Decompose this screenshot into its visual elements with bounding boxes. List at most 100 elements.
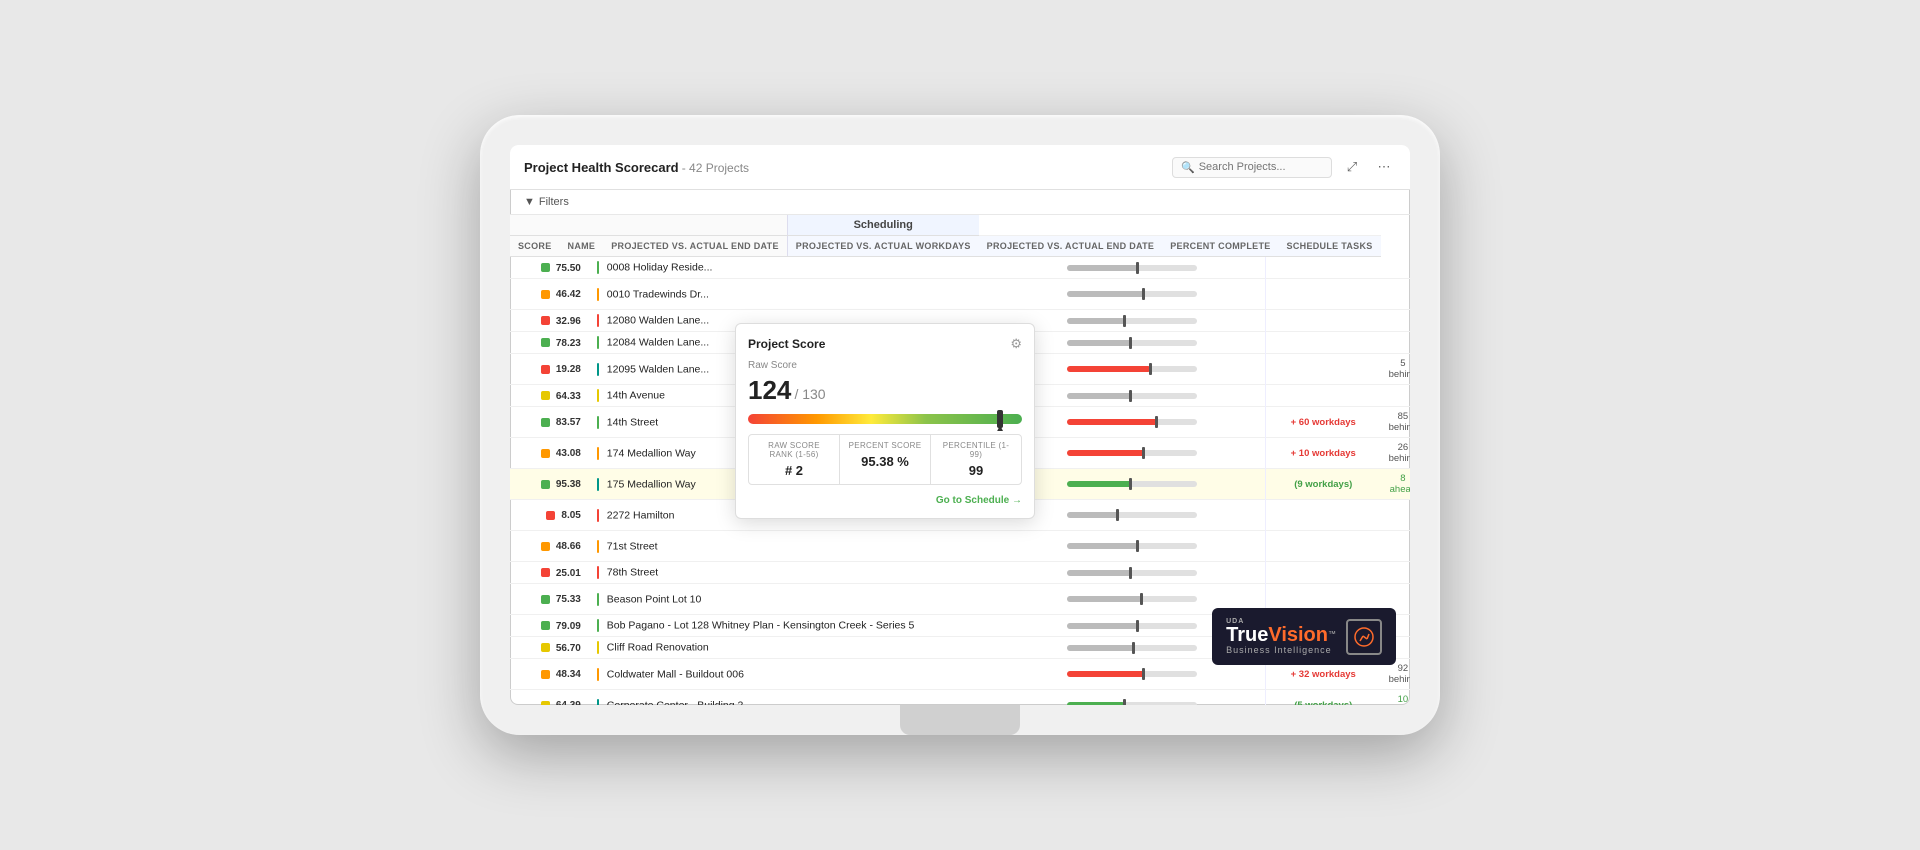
project-name: 0010 Tradewinds Dr... [607, 288, 709, 300]
bi-label: Business Intelligence [1226, 645, 1332, 655]
col-pct: PERCENT COMPLETE [1162, 236, 1278, 257]
behind-value: 5 behind [1389, 358, 1410, 380]
bar-track [1067, 596, 1197, 602]
name-accent [597, 593, 599, 606]
workdays-cell [1265, 310, 1380, 332]
bar-track [1067, 543, 1197, 549]
table-row[interactable]: 75.50 0008 Holiday Reside... [510, 257, 1410, 279]
behind-value: 10 ahead [1390, 694, 1410, 705]
score-cell: 25.01 [510, 562, 589, 584]
workdays-cell [1265, 279, 1380, 310]
bar-fill [1067, 291, 1145, 297]
score-indicator [541, 418, 550, 427]
score-cell: 8.05 [510, 500, 589, 531]
project-count: - 42 Projects [682, 161, 749, 175]
behind-cell [1381, 332, 1410, 354]
table-row[interactable]: 48.66 71st Street 0.00 % [510, 531, 1410, 562]
score-value: 64.33 [556, 391, 581, 402]
bar-cell [1059, 332, 1265, 354]
bar-track [1067, 340, 1197, 346]
bar-track [1067, 671, 1197, 677]
score-cell: 75.33 [510, 584, 589, 615]
bar-marker [1129, 567, 1132, 579]
bar-marker [1116, 509, 1119, 521]
name-cell: 71st Street [589, 531, 1059, 562]
bar-track [1067, 419, 1197, 425]
bar-fill [1067, 318, 1126, 324]
score-value: 95.38 [556, 479, 581, 490]
vision-label: Vision [1268, 624, 1328, 646]
table-row[interactable]: 64.39 Corporate Center - Building 2 (5 w… [510, 690, 1410, 706]
search-icon: 🔍 [1181, 161, 1195, 174]
expand-button[interactable]: ⤢ [1340, 155, 1364, 179]
project-name: 14th Avenue [607, 389, 665, 401]
truevision-name: TrueVision™ [1226, 625, 1336, 645]
name-accent [597, 261, 599, 274]
bar-track [1067, 702, 1197, 705]
bar-cell [1059, 279, 1265, 310]
name-cell: 0008 Holiday Reside... [589, 257, 1059, 279]
project-name: 12095 Walden Lane... [607, 363, 709, 375]
score-value: 32.96 [556, 316, 581, 327]
bar-fill [1067, 393, 1132, 399]
workdays-value: (5 workdays) [1294, 700, 1352, 706]
bar-fill [1067, 481, 1132, 487]
bar-cell [1059, 500, 1265, 531]
col-name: NAME [560, 236, 604, 257]
filters-label: Filters [539, 196, 569, 208]
search-box[interactable]: 🔍 [1172, 157, 1332, 178]
name-cell: Cliff Road Renovation [589, 637, 1059, 659]
bar-marker [1155, 416, 1158, 428]
score-cell: 48.66 [510, 531, 589, 562]
search-input[interactable] [1199, 161, 1323, 173]
bar-marker [1129, 478, 1132, 490]
behind-cell [1381, 385, 1410, 407]
project-name: Coldwater Mall - Buildout 006 [607, 668, 744, 680]
score-value: 83.57 [556, 417, 581, 428]
behind-cell [1381, 562, 1410, 584]
table-row[interactable]: 25.01 78th Street [510, 562, 1410, 584]
tooltip-title: Project Score [748, 337, 825, 351]
bar-cell [1059, 407, 1265, 438]
app-header: Project Health Scorecard - 42 Projects 🔍… [510, 145, 1410, 190]
name-accent [597, 619, 599, 632]
bar-fill [1067, 340, 1132, 346]
bar-marker [1123, 699, 1126, 705]
score-value: 8.05 [561, 510, 580, 521]
bar-track [1067, 366, 1197, 372]
workdays-cell [1265, 500, 1380, 531]
name-accent [597, 336, 599, 349]
score-cell: 78.23 [510, 332, 589, 354]
score-cell: 46.42 [510, 279, 589, 310]
table-container: Scheduling SCORE NAME PROJECTED VS. ACTU… [510, 215, 1410, 705]
bar-marker [1136, 540, 1139, 552]
workdays-cell: + 10 workdays [1265, 438, 1380, 469]
bar-marker [1140, 593, 1143, 605]
name-accent [597, 699, 599, 706]
table-row[interactable]: 46.42 0010 Tradewinds Dr... 0.00 % [510, 279, 1410, 310]
score-value: 25.01 [556, 568, 581, 579]
score-bar-arrow: ▲ [995, 423, 1005, 434]
workdays-cell [1265, 354, 1380, 385]
score-indicator [541, 568, 550, 577]
score-value: 46.42 [556, 289, 581, 300]
menu-button[interactable]: ⋯ [1372, 155, 1396, 179]
score-cell: 64.39 [510, 690, 589, 706]
tooltip-stats: RAW SCORE RANK (1-56) # 2 PERCENT SCORE … [748, 434, 1022, 485]
filters-button[interactable]: ▼ Filters [524, 196, 569, 208]
go-to-schedule-link[interactable]: Go to Schedule → [748, 495, 1022, 506]
bar-fill [1067, 265, 1139, 271]
score-indicator [541, 316, 550, 325]
raw-score-value: 124 [748, 375, 791, 405]
name-accent [597, 641, 599, 654]
app: Project Health Scorecard - 42 Projects 🔍… [510, 145, 1410, 705]
score-indicator [541, 290, 550, 299]
behind-cell [1381, 531, 1410, 562]
bar-fill [1067, 671, 1145, 677]
raw-score-total: / 130 [794, 386, 825, 402]
name-accent [597, 668, 599, 681]
tooltip-gear-icon[interactable]: ⚙ [1010, 336, 1022, 352]
stat-percentile-label: PERCENTILE (1-99) [939, 441, 1013, 459]
bar-fill [1067, 596, 1142, 602]
score-indicator [546, 511, 555, 520]
